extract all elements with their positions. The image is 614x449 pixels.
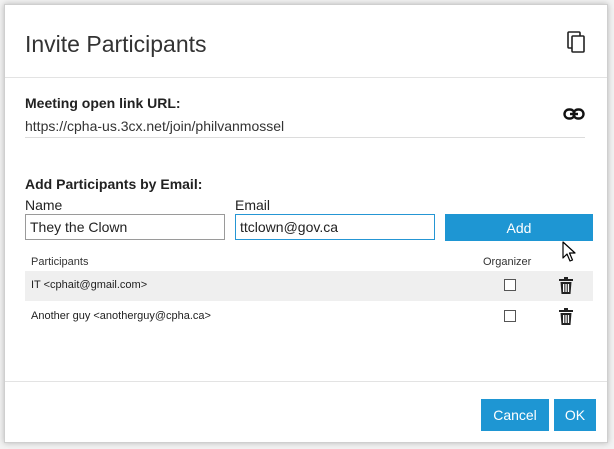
- dialog-header: Invite Participants: [5, 5, 607, 78]
- organizer-checkbox[interactable]: [504, 279, 516, 291]
- invite-participants-dialog: Invite Participants Meeting open link UR…: [4, 4, 608, 443]
- meeting-link-url: https://cpha-us.3cx.net/join/philvanmoss…: [25, 118, 285, 134]
- footer-divider: [5, 381, 607, 382]
- participants-column-header: Participants: [31, 256, 89, 268]
- participant-name: IT <cphait@gmail.com>: [31, 279, 148, 291]
- organizer-checkbox[interactable]: [504, 310, 516, 322]
- participant-name: Another guy <anotherguy@cpha.ca>: [31, 310, 211, 322]
- participant-row: IT <cphait@gmail.com>: [25, 271, 593, 301]
- ok-button[interactable]: OK: [554, 399, 596, 431]
- email-label: Email: [235, 197, 271, 213]
- add-button[interactable]: Add: [445, 214, 593, 241]
- cancel-button[interactable]: Cancel: [481, 399, 549, 431]
- trash-icon[interactable]: [559, 277, 573, 294]
- name-input[interactable]: [25, 214, 225, 240]
- link-icon[interactable]: [563, 106, 585, 122]
- email-input[interactable]: [235, 214, 435, 240]
- meeting-link-label: Meeting open link URL:: [25, 95, 181, 111]
- dialog-title: Invite Participants: [25, 31, 207, 57]
- participant-row: Another guy <anotherguy@cpha.ca>: [25, 302, 593, 332]
- trash-icon[interactable]: [559, 308, 573, 325]
- organizer-column-header: Organizer: [483, 256, 532, 268]
- name-label: Name: [25, 197, 63, 213]
- add-participants-label: Add Participants by Email:: [25, 176, 203, 192]
- copy-icon[interactable]: [567, 31, 585, 53]
- url-divider: [25, 137, 585, 138]
- mouse-pointer-icon: [562, 241, 576, 262]
